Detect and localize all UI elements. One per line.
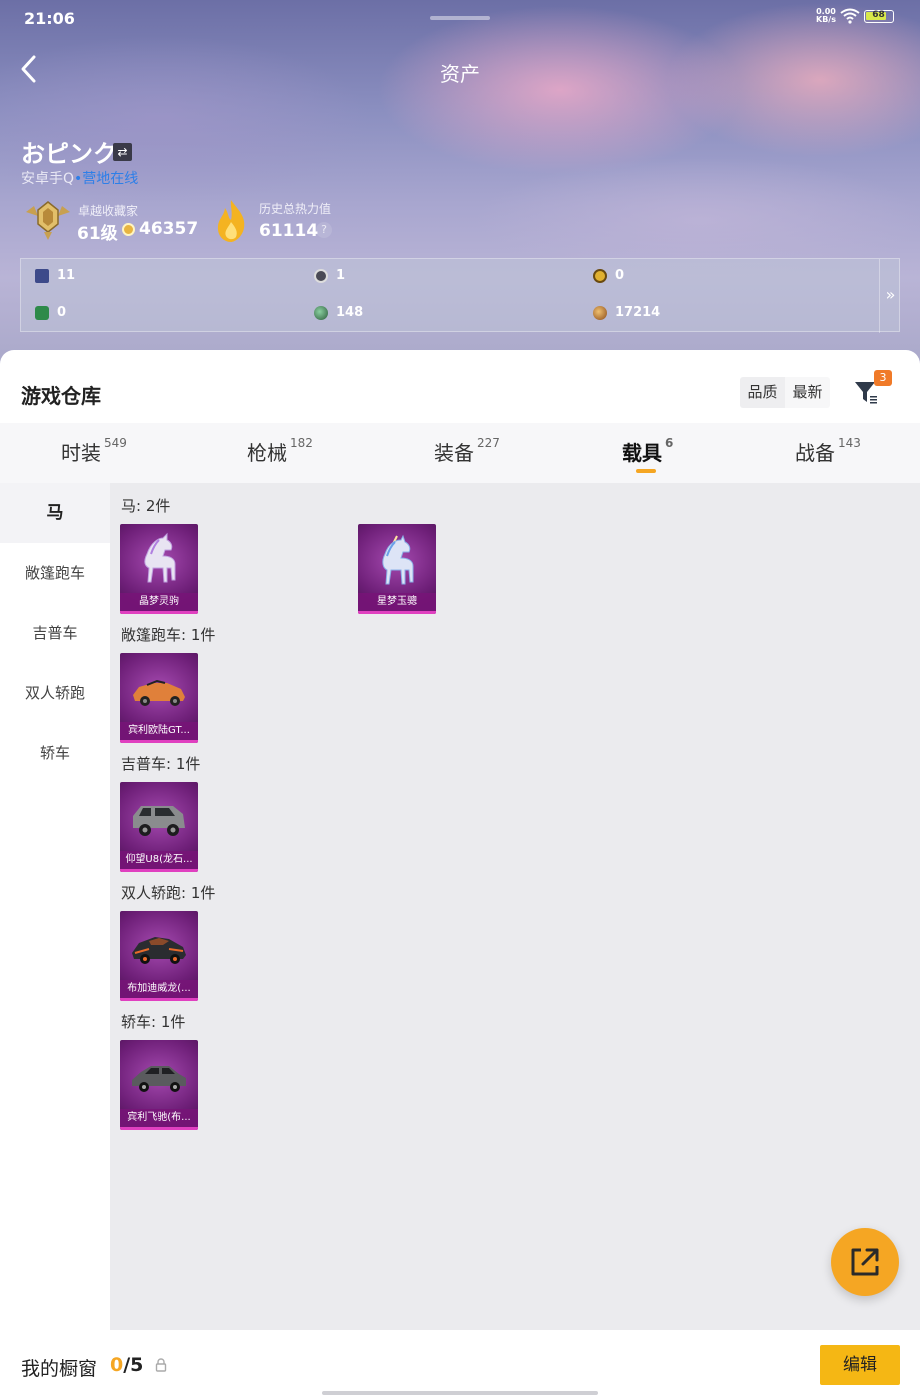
showcase-bar: 我的橱窗 0/5 编辑 xyxy=(0,1330,920,1400)
showcase-label: 我的橱窗 xyxy=(21,1358,98,1380)
item-name: 仰望U8(龙石... xyxy=(120,851,198,869)
page-title: 资产 xyxy=(440,62,480,86)
convertible-car-icon xyxy=(133,679,185,706)
item-name: 宾利飞驰(布... xyxy=(120,1109,198,1127)
item-name: 星梦玉骢 xyxy=(358,593,436,611)
platform-label: 安卓手Q xyxy=(21,171,75,187)
tab-supplies[interactable]: 战备 143 xyxy=(795,436,861,466)
group-title-jeep: 吉普车: 1件 xyxy=(121,755,201,773)
category-tabs: 时装 549 枪械 182 装备 227 载具 6 战备 143 xyxy=(0,423,920,483)
badge-icon xyxy=(314,269,328,283)
green-token-icon xyxy=(35,306,49,320)
status-time: 21:06 xyxy=(24,9,75,28)
item-card-coupe[interactable]: 布加迪威龙(... xyxy=(120,911,198,1001)
group-title-horse: 马: 2件 xyxy=(121,497,171,515)
gold-coin-icon xyxy=(593,269,607,283)
bronze-coin-icon xyxy=(593,306,607,320)
globe-icon xyxy=(314,306,328,320)
battery-icon: 68 xyxy=(864,10,894,23)
item-card-horse-1[interactable]: 晶梦灵驹 xyxy=(120,524,198,614)
sidebar-item-convertible[interactable]: 敞篷跑车 xyxy=(0,543,110,603)
filter-count-badge: 3 xyxy=(874,370,892,386)
top-handle xyxy=(430,16,490,20)
sidebar-item-jeep[interactable]: 吉普车 xyxy=(0,603,110,663)
switch-account-icon[interactable]: ⇄ xyxy=(113,143,132,161)
item-name: 宾利欧陆GT... xyxy=(120,722,198,740)
battery-level: 68 xyxy=(872,10,885,20)
sort-quality-button[interactable]: 品质 xyxy=(740,377,785,408)
sort-toggle: 品质 最新 xyxy=(740,377,830,408)
item-card-sedan[interactable]: 宾利飞驰(布... xyxy=(120,1040,198,1130)
sidebar-item-sedan[interactable]: 轿车 xyxy=(0,723,110,783)
collector-medal-icon xyxy=(26,201,70,240)
tab-firearms[interactable]: 枪械 182 xyxy=(247,436,313,466)
vehicle-type-sidebar: 马 敞篷跑车 吉普车 双人轿跑 轿车 xyxy=(0,483,110,1330)
tab-equipment[interactable]: 装备 227 xyxy=(434,436,500,466)
platform-info: 安卓手Q•营地在线 xyxy=(21,168,138,188)
book-icon xyxy=(35,269,49,283)
online-status: 营地在线 xyxy=(82,171,139,187)
sidebar-item-horse[interactable]: 马 xyxy=(0,483,110,543)
heat-value: 61114 xyxy=(259,221,319,241)
collector-level: 61级 xyxy=(77,224,118,244)
sidebar-item-coupe[interactable]: 双人轿跑 xyxy=(0,663,110,723)
group-title-convertible: 敞篷跑车: 1件 xyxy=(121,626,216,644)
help-icon[interactable]: ? xyxy=(316,222,332,238)
showcase-count: 0/5 xyxy=(110,1354,144,1376)
user-name: おピンク xyxy=(21,140,117,168)
share-button[interactable] xyxy=(831,1228,899,1296)
status-bar: 21:06 0.00 KB/s 68 xyxy=(0,0,920,36)
collector-points: 46357 xyxy=(139,219,199,239)
flame-icon xyxy=(217,200,245,242)
network-speed: 0.00 KB/s xyxy=(816,7,836,24)
jeep-icon xyxy=(133,806,185,836)
item-card-convertible[interactable]: 宾利欧陆GT... xyxy=(120,653,198,743)
group-title-coupe: 双人轿跑: 1件 xyxy=(121,884,216,902)
item-name: 晶梦灵驹 xyxy=(120,593,198,611)
tab-vehicles[interactable]: 载具 6 xyxy=(622,436,673,466)
unicorn-icon xyxy=(382,534,414,585)
sort-latest-button[interactable]: 最新 xyxy=(785,377,830,408)
collector-title: 卓越收藏家 xyxy=(78,204,139,218)
sports-coupe-icon xyxy=(132,937,186,964)
active-tab-indicator xyxy=(636,469,656,473)
group-title-sedan: 轿车: 1件 xyxy=(121,1013,186,1031)
collector-coin-icon xyxy=(122,223,135,236)
profile-header: 21:06 0.00 KB/s 68 资产 おピンク ⇄ 安卓手Q•营地在线 卓… xyxy=(0,0,920,370)
horse-icon xyxy=(144,532,176,583)
home-indicator xyxy=(322,1391,598,1395)
edit-button[interactable]: 编辑 xyxy=(820,1345,900,1385)
warehouse-title: 游戏仓库 xyxy=(21,384,101,408)
heat-title: 历史总热力值 xyxy=(259,202,332,216)
item-card-horse-2[interactable]: 星梦玉骢 xyxy=(358,524,436,614)
sedan-icon xyxy=(132,1066,186,1092)
item-name: 布加迪威龙(... xyxy=(120,980,198,998)
tab-fashion[interactable]: 时装 549 xyxy=(61,436,127,466)
warehouse-sheet: 游戏仓库 品质 最新 3 时装 549 枪械 182 装备 227 载具 6 战备 143… xyxy=(0,350,920,1400)
stats-more-chevron-icon[interactable]: » xyxy=(879,259,901,333)
vehicle-list: 马: 2件 晶梦灵驹 星梦玉骢 敞篷跑车: 1件 宾利欧陆GT... 吉普车: … xyxy=(110,483,920,1330)
item-card-jeep[interactable]: 仰望U8(龙石... xyxy=(120,782,198,872)
share-icon xyxy=(851,1248,879,1276)
resource-stats-panel: 11 1 0 0 148 17214 » xyxy=(20,258,901,333)
lock-icon xyxy=(155,1358,167,1372)
wifi-icon xyxy=(840,8,860,24)
